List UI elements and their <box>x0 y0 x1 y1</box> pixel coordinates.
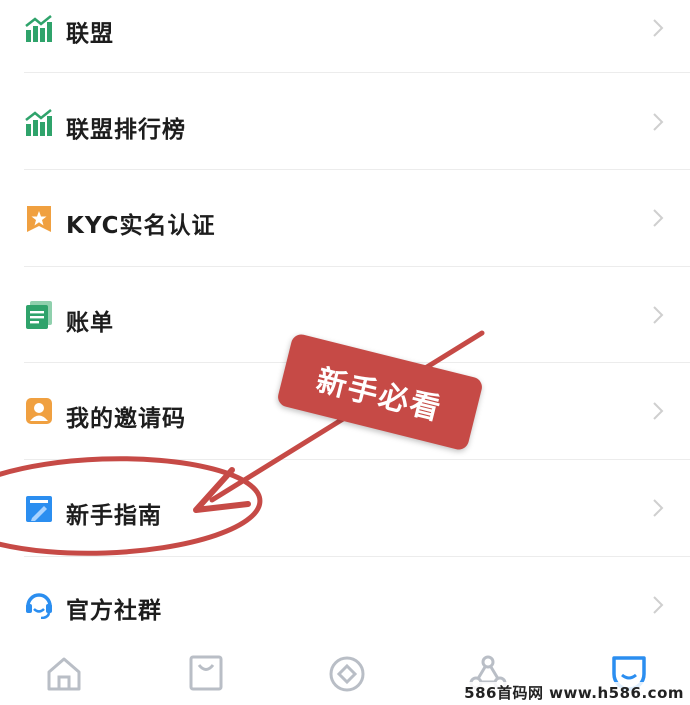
star-badge-icon <box>27 206 51 232</box>
chevron-right-icon <box>653 113 664 131</box>
chevron-right-icon <box>653 596 664 614</box>
chevron-right-icon <box>653 499 664 517</box>
menu-item-beginner-guide[interactable]: 新手指南 <box>0 460 690 556</box>
menu-item-label: KYC实名认证 <box>66 213 216 239</box>
chevron-right-icon <box>653 402 664 420</box>
menu-item-label: 官方社群 <box>66 598 162 624</box>
chevron-right-icon <box>653 306 664 324</box>
menu-item-label: 联盟 <box>66 21 114 47</box>
chevron-right-icon <box>653 19 664 37</box>
bar-chart-icon <box>25 109 52 136</box>
bag-icon[interactable] <box>186 654 226 694</box>
menu-item-alliance[interactable]: 联盟 <box>0 0 690 74</box>
home-icon[interactable] <box>44 654 84 694</box>
guide-book-icon <box>26 496 52 522</box>
compass-icon[interactable] <box>327 654 367 694</box>
menu-item-kyc[interactable]: KYC实名认证 <box>0 170 690 266</box>
divider <box>24 72 690 73</box>
invite-code-icon <box>26 398 52 424</box>
watermark: 586首码网 www.h586.com <box>462 682 686 703</box>
headset-icon <box>26 593 52 619</box>
menu-item-label: 账单 <box>66 310 114 336</box>
menu-item-label: 我的邀请码 <box>66 406 186 432</box>
bill-icon <box>26 301 52 329</box>
chevron-right-icon <box>653 209 664 227</box>
menu-item-label: 新手指南 <box>66 503 162 529</box>
menu-item-alliance-ranking[interactable]: 联盟排行榜 <box>0 74 690 170</box>
menu-item-label: 联盟排行榜 <box>66 117 186 143</box>
annotation-stamp-text: 新手必看 <box>312 362 446 428</box>
bar-chart-icon <box>25 15 52 42</box>
